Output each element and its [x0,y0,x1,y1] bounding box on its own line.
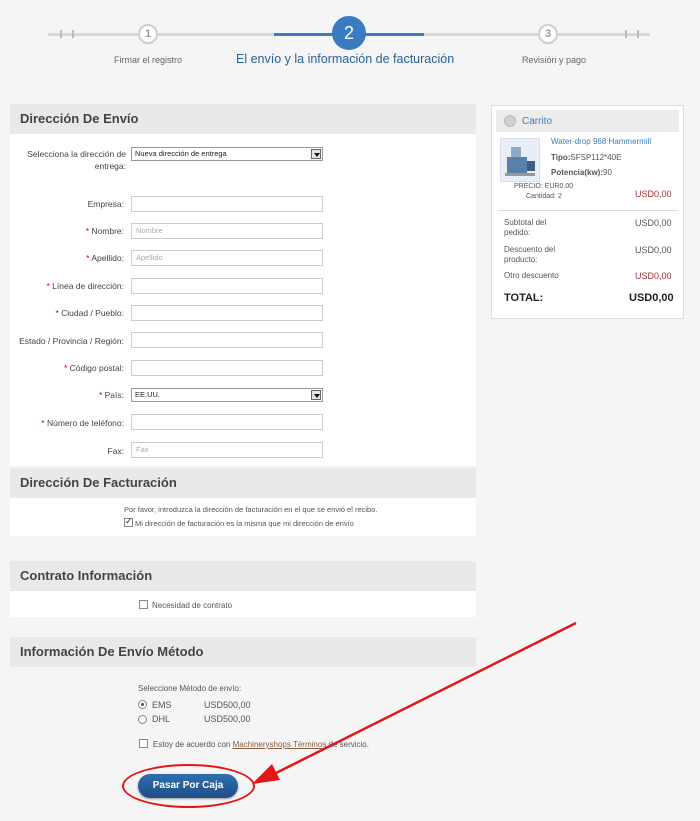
cart-line-total: USD0,00 [635,189,672,199]
cart-item-tipo: Tipo:SFSP112*40E [551,153,621,162]
subtotal-value: USD0,00 [635,218,672,228]
other-discount-value: USD0,00 [635,271,672,281]
potencia-value: 90 [603,168,612,177]
cart-item-price: PRECIO: EUR0.00 [514,183,574,190]
cart-icon [504,115,516,127]
machine-icon [505,147,535,176]
cart-title: Carrito [522,116,553,127]
cart-item-name[interactable]: Water-drop 968 Hammermill [551,137,651,146]
cart-divider [498,210,678,211]
cart-panel: Carrito Water-drop 968 Hammermill Tipo:S… [491,105,684,319]
potencia-label: Potencia(kw): [551,168,604,177]
tipo-value: SFSP112*40E [570,153,622,162]
discount-value: USD0,00 [635,245,672,255]
cart-header: Carrito [496,110,679,132]
cart-item-qty: Cantidad: 2 [526,193,562,200]
subtotal-label: Subtotal del pedido: [504,218,547,237]
product-thumbnail[interactable] [500,138,540,182]
other-discount-label: Otro descuento [504,271,559,280]
cart-item-potencia: Potencia(kw):90 [551,168,612,177]
discount-label: Descuento del producto: [504,245,556,264]
tipo-label: Tipo: [551,153,571,162]
total-label: TOTAL: [504,292,544,304]
total-value: USD0,00 [629,292,674,304]
